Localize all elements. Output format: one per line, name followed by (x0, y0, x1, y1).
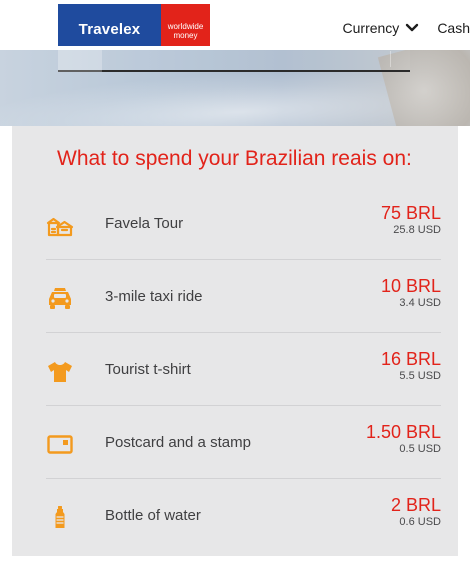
spend-item-name: Bottle of water (105, 507, 201, 524)
spend-item-row: Bottle of water 2 BRL 0.6 USD (46, 479, 441, 551)
spend-item-values: 75 BRL 25.8 USD (341, 203, 441, 237)
rate-input-field[interactable]: Reais = $1 (58, 22, 410, 72)
logo-worldwide-money-badge: worldwide money (161, 4, 210, 46)
spend-item-row: Tourist t-shirt 16 BRL 5.5 USD (46, 333, 441, 405)
rate-input-text: Reais = $1 (224, 22, 289, 37)
spend-item-usd: 0.6 USD (399, 516, 441, 528)
spend-item-values: 2 BRL 0.6 USD (341, 495, 441, 529)
postcard-icon (46, 432, 74, 456)
spend-item-usd: 5.5 USD (399, 370, 441, 382)
spend-item-brl: 2 BRL (390, 495, 441, 515)
rate-input-cursor-mark (390, 51, 400, 67)
taxi-icon (46, 286, 74, 310)
logo-tagline-line2: money (173, 31, 198, 40)
favela-houses-icon (46, 213, 74, 237)
spend-item-values: 16 BRL 5.5 USD (341, 349, 441, 383)
top-nav: Currency Cash (343, 16, 470, 40)
water-bottle-icon (46, 505, 74, 529)
page: Travelex worldwide money Currency Cash R… (0, 0, 470, 563)
spend-item-usd: 25.8 USD (393, 224, 441, 236)
travelex-logo[interactable]: Travelex worldwide money (58, 4, 210, 46)
spend-item-name: Postcard and a stamp (105, 434, 251, 451)
tshirt-icon (46, 359, 74, 383)
logo-wordmark: Travelex (78, 20, 141, 38)
nav-cash[interactable]: Cash (437, 20, 470, 36)
spend-item-usd: 0.5 USD (399, 443, 441, 455)
spend-item-name: Tourist t-shirt (105, 361, 191, 378)
spend-item-row: 3-mile taxi ride 10 BRL 3.4 USD (46, 260, 441, 332)
logo-tagline-line1: worldwide (167, 22, 204, 31)
spend-item-values: 10 BRL 3.4 USD (341, 276, 441, 310)
rate-input-left-shade (58, 46, 102, 72)
spend-item-brl: 75 BRL (380, 203, 441, 223)
spend-item-row: Favela Tour 75 BRL 25.8 USD (46, 187, 441, 259)
spend-item-values: 1.50 BRL 0.5 USD (341, 422, 441, 456)
spend-item-row: Postcard and a stamp 1.50 BRL 0.5 USD (46, 406, 441, 478)
nav-cash-label: Cash (437, 20, 470, 36)
chevron-down-icon (405, 23, 419, 33)
spend-panel: What to spend your Brazilian reais on: F… (12, 126, 458, 556)
nav-currency-label: Currency (342, 20, 400, 36)
spend-item-brl: 16 BRL (380, 349, 441, 369)
spend-item-usd: 3.4 USD (399, 297, 441, 309)
spend-item-brl: 1.50 BRL (365, 422, 441, 442)
spend-item-name: Favela Tour (105, 215, 184, 232)
nav-currency[interactable]: Currency (343, 20, 420, 36)
spend-item-name: 3-mile taxi ride (105, 288, 203, 305)
spend-title: What to spend your Brazilian reais on: (57, 147, 412, 170)
spend-item-brl: 10 BRL (380, 276, 441, 296)
